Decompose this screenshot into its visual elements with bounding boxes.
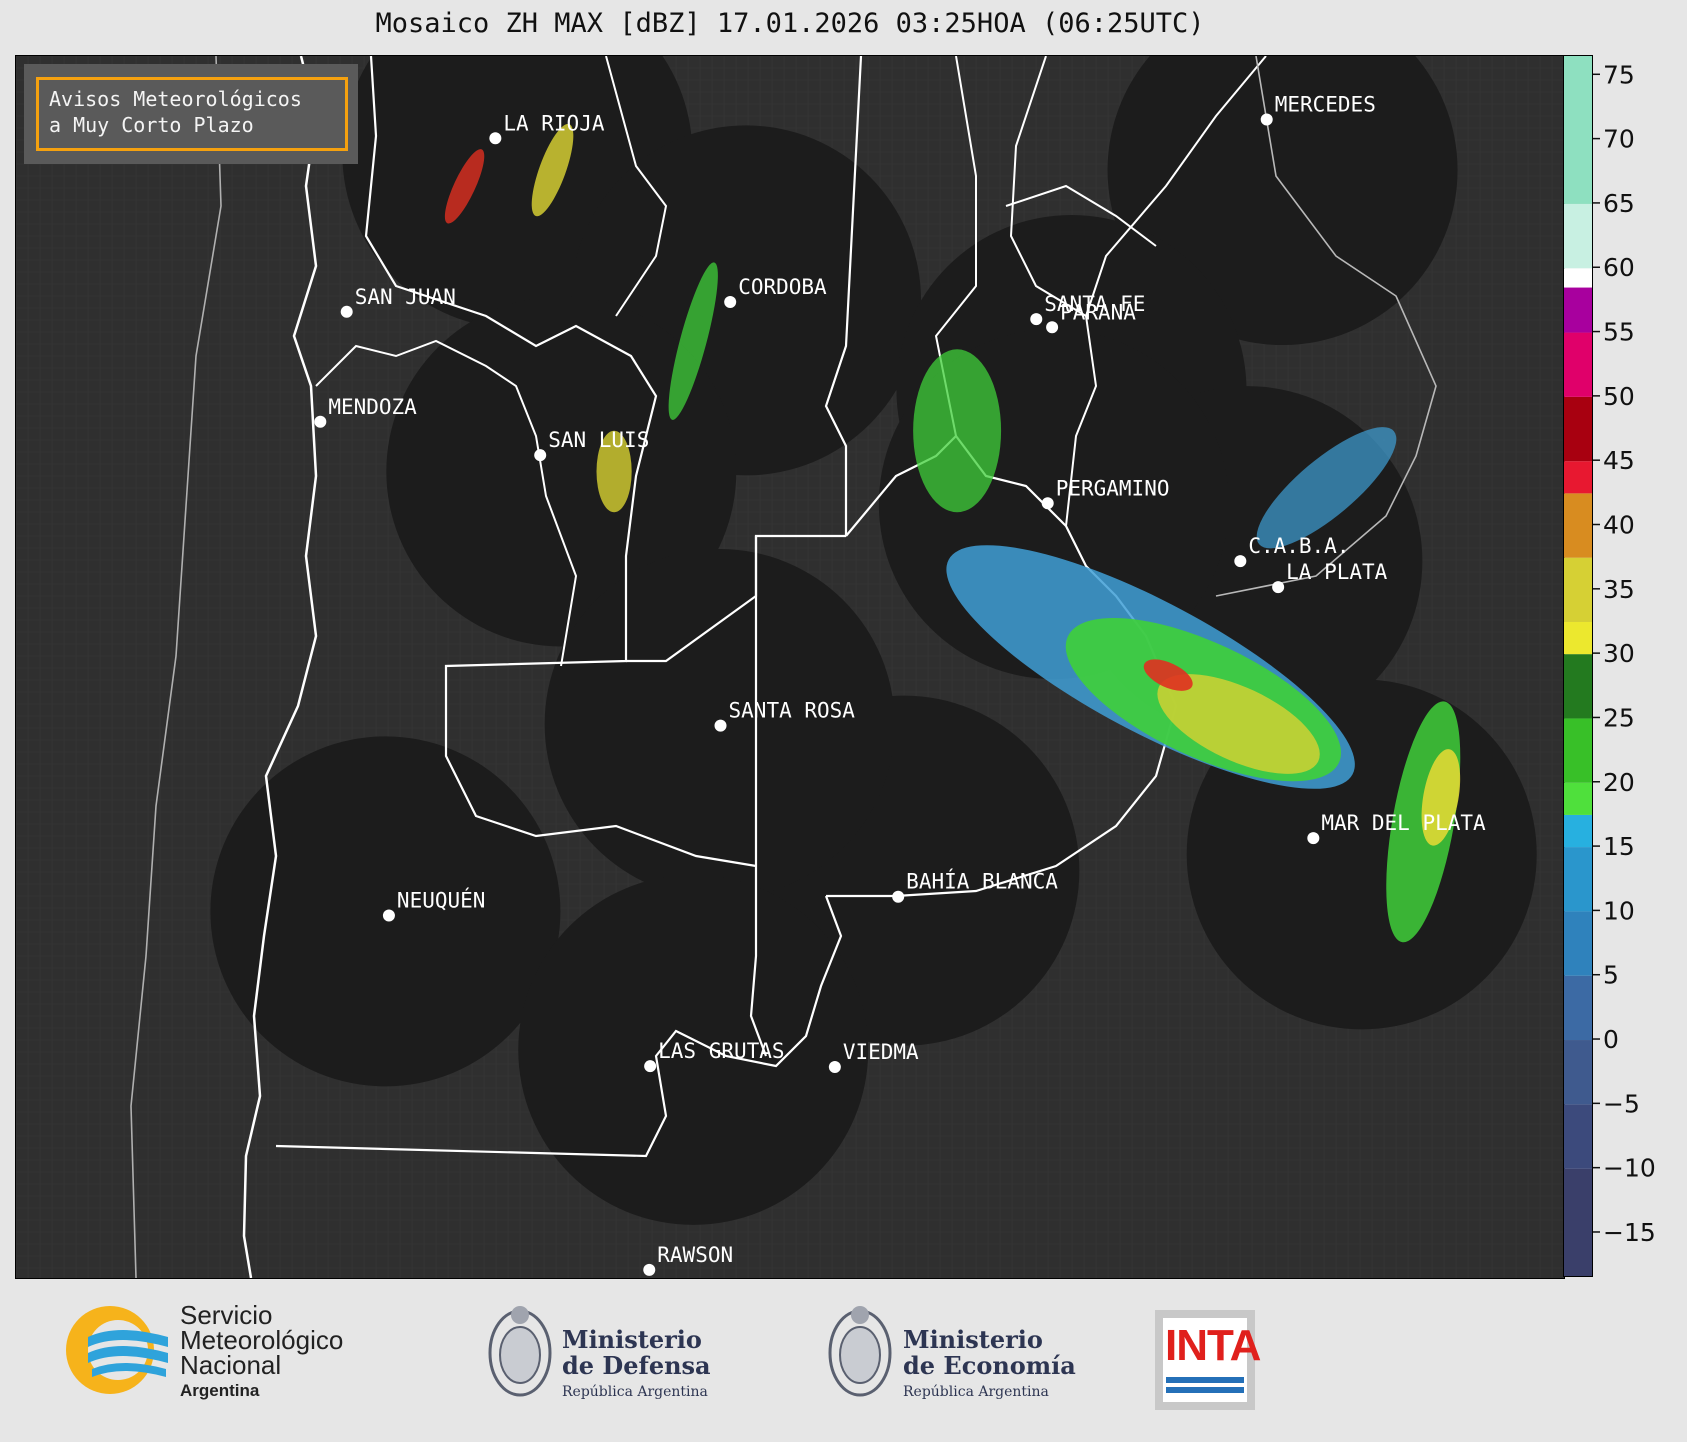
- colorbar-segment: [1564, 975, 1592, 1041]
- city-label: SANTA ROSA: [729, 699, 856, 723]
- city-label: VIEDMA: [843, 1040, 919, 1064]
- economia-wordmark: Ministerio de Economía República Argenti…: [903, 1325, 1076, 1401]
- colorbar-tick-label: −15: [1603, 1218, 1656, 1247]
- colorbar-tick-label: 25: [1603, 703, 1635, 732]
- colorbar-segment: [1564, 814, 1592, 848]
- colorbar-segment: [1564, 287, 1592, 333]
- colorbar-tick-label: 35: [1603, 575, 1635, 604]
- colorbar-segment: [1564, 1168, 1592, 1276]
- colorbar-segment: [1564, 56, 1592, 204]
- city-label: MERCEDES: [1275, 93, 1376, 117]
- ministerio-defensa-seal: [488, 1306, 552, 1397]
- colorbar-segment: [1564, 782, 1592, 815]
- colorbar-tick-label: 15: [1603, 832, 1635, 861]
- colorbar-segment: [1564, 654, 1592, 719]
- colorbar-tick-label: 40: [1603, 511, 1635, 540]
- alert-panel[interactable]: Avisos Meteorológicos a Muy Corto Plazo: [24, 64, 358, 164]
- colorbar-segment: [1564, 911, 1592, 976]
- map-title: Mosaico ZH MAX [dBZ] 17.01.2026 03:25HOA…: [375, 8, 1205, 39]
- radar-map[interactable]: LA RIOJA MERCEDES CORDOBA SAN JUAN SANTA FE P…: [15, 55, 1565, 1279]
- city-label: NEUQUÉN: [397, 887, 486, 912]
- colorbar-tick-label: −5: [1603, 1089, 1640, 1118]
- city-label: RAWSON: [657, 1243, 733, 1267]
- colorbar-segment: [1564, 718, 1592, 783]
- colorbar-segment: [1564, 1040, 1592, 1105]
- colorbar-segment: [1564, 461, 1592, 494]
- city-label: LA PLATA: [1286, 560, 1388, 584]
- city-label: PARANA: [1060, 300, 1136, 324]
- city-label: LA RIOJA: [503, 111, 605, 135]
- city-label: PERGAMINO: [1056, 476, 1170, 500]
- colorbar-segment: [1564, 332, 1592, 397]
- colorbar-ticks: 757065605550454035302520151050−5−10−15: [1593, 60, 1656, 1247]
- colorbar-tick-label: 55: [1603, 318, 1635, 347]
- defensa-wordmark: Ministerio de Defensa República Argentin…: [562, 1325, 711, 1401]
- colorbar-segment: [1564, 621, 1592, 655]
- city-label: C.A.B.A.: [1248, 534, 1349, 558]
- inta-wordmark: INTA: [1165, 1321, 1261, 1370]
- map-canvas[interactable]: LA RIOJAMERCEDESCORDOBASAN JUAN SANTA FEP…: [16, 56, 1564, 1278]
- colorbar-tick-label: −10: [1603, 1154, 1656, 1183]
- colorbar-segment: [1564, 557, 1592, 622]
- colorbar-segment: [1564, 396, 1592, 462]
- colorbar-tick-label: 10: [1603, 896, 1635, 925]
- city-label: MENDOZA: [328, 395, 417, 419]
- colorbar-segments: [1564, 56, 1592, 1276]
- colorbar-tick-label: 0: [1603, 1025, 1619, 1054]
- city-label: SAN LUIS: [548, 428, 649, 452]
- smn-logo: [66, 1306, 168, 1394]
- colorbar-segment: [1564, 203, 1592, 269]
- colorbar-segment: [1564, 847, 1592, 912]
- alert-line-1: Avisos Meteorológicos: [49, 87, 302, 111]
- colorbar-tick-label: 65: [1603, 189, 1635, 218]
- colorbar-segment: [1564, 268, 1592, 288]
- colorbar-tick-label: 30: [1603, 639, 1635, 668]
- city-label: SAN JUAN: [355, 285, 456, 309]
- colorbar-tick-label: 75: [1603, 60, 1635, 89]
- colorbar: [1563, 55, 1593, 1277]
- colorbar-segment: [1564, 493, 1592, 558]
- alert-line-2: a Muy Corto Plazo: [49, 113, 254, 137]
- city-label: LAS GRUTAS: [658, 1039, 784, 1063]
- colorbar-tick-label: 50: [1603, 382, 1635, 411]
- city-label: BAHÍA BLANCA: [906, 869, 1058, 894]
- colorbar-segment: [1564, 1104, 1592, 1169]
- city-label: MAR DEL PLATA: [1321, 811, 1486, 835]
- echo-cell: [913, 349, 1002, 513]
- city-label: CORDOBA: [738, 275, 827, 299]
- colorbar-tick-label: 20: [1603, 768, 1635, 797]
- city-marker[interactable]: SAN JUAN: [340, 285, 456, 318]
- colorbar-tick-label: 5: [1603, 961, 1619, 990]
- colorbar-tick-label: 45: [1603, 446, 1635, 475]
- ministerio-economia-seal: [828, 1306, 892, 1397]
- colorbar-tick-label: 70: [1603, 125, 1635, 154]
- smn-wordmark: Servicio Meteorológico Nacional Argentin…: [180, 1300, 344, 1400]
- alert-button[interactable]: Avisos Meteorológicos a Muy Corto Plazo: [36, 77, 348, 151]
- colorbar-tick-label: 60: [1603, 253, 1635, 282]
- logo-bar: Servicio Meteorológico Nacional Argentin…: [0, 1285, 1687, 1438]
